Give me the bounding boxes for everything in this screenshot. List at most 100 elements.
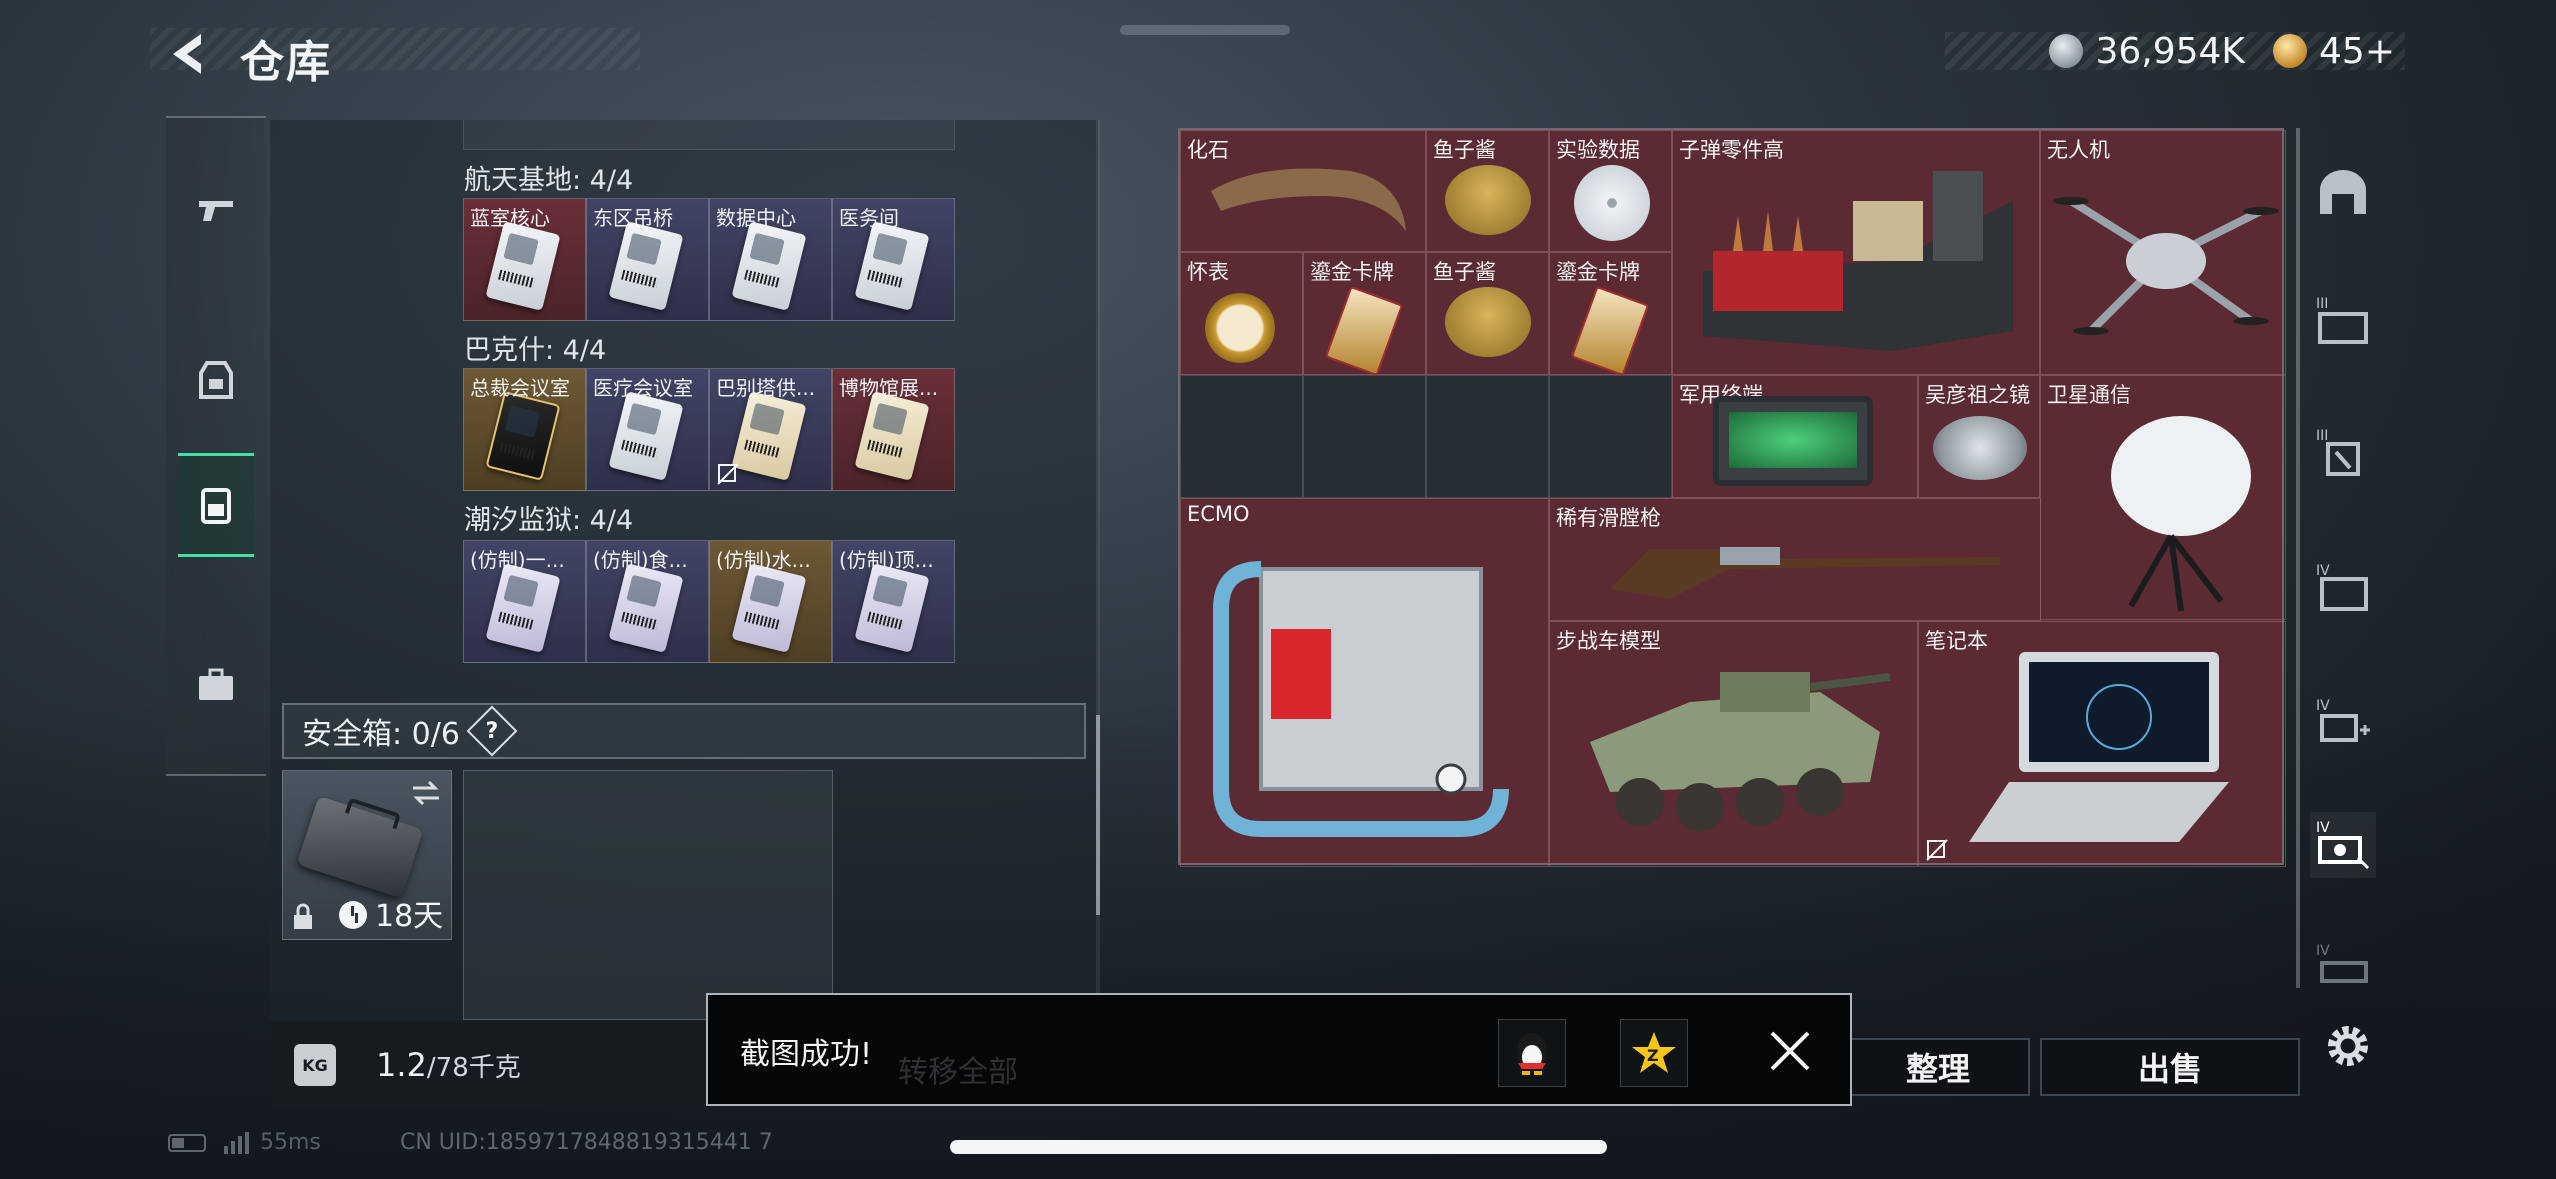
keycard-slot[interactable]: 数据中心 [709,198,832,321]
swap-icon[interactable] [409,779,443,807]
silver-coin-icon [2049,34,2084,68]
weight-readout: 1.2/78千克 [376,1046,521,1084]
svg-text:IV: IV [2316,698,2330,714]
tab-storage-iv-a[interactable]: IV [2310,555,2376,621]
keycard-slot[interactable]: 蓝室核心 [463,198,586,321]
gold-coin-icon [2273,34,2308,68]
ceiling-light [1120,25,1290,35]
nav-weapon-tab[interactable] [178,158,254,262]
safe-box-slot[interactable]: 18天 [282,770,452,940]
item-musket[interactable]: 稀有滑膛枪 [1549,498,2041,621]
vest-icon [199,361,233,399]
empty-slot[interactable] [1180,375,1303,498]
sell-button[interactable]: 出售 [2040,1038,2300,1096]
gear-icon[interactable] [2320,1018,2376,1074]
item-laptop[interactable]: 笔记本 [1918,621,2286,867]
item-drone[interactable]: 无人机 [2040,130,2286,375]
keycard-slot[interactable]: (仿制)食... [586,540,709,663]
item-mirror[interactable]: 吴彦祖之镜 [1918,375,2040,498]
fossil-claw-icon [1211,168,1406,231]
nav-backpack-tab[interactable] [178,453,254,557]
tab-storage-iii-b[interactable]: III [2310,420,2376,486]
keycard-slot[interactable]: 总裁会议室 [463,368,586,491]
status-bar: 55ms [168,1130,321,1155]
musket-icon [1610,547,2000,599]
keycard-image [854,563,930,653]
nav-briefcase-tab[interactable] [178,633,254,737]
screenshot-toast: 转移全部 截图成功! Z [706,993,1852,1106]
tab-storage-iv-b[interactable]: IV [2310,690,2376,756]
item-pocket-watch[interactable]: 怀表 [1180,252,1303,375]
category-nav [166,116,266,776]
item-military-terminal[interactable]: 军用终端 [1672,375,1918,498]
share-qq-button[interactable] [1498,1019,1566,1087]
laptop-icon [1969,652,2229,842]
gold-amount[interactable]: 45+ [2319,31,2395,72]
keycard-slot[interactable]: (仿制)顶... [832,540,955,663]
tab-storage-iii-a[interactable]: III [2310,288,2376,354]
tab-storage-iv-c[interactable]: IV [2310,812,2376,878]
partial-card-row [463,120,955,150]
pistol-icon [199,201,233,221]
briefcase-icon [199,668,233,700]
safe-case-image [296,795,424,899]
lock-icon [294,903,312,929]
mirror-icon [1933,416,2027,480]
item-ifv-model[interactable]: 步战车模型 [1549,621,1918,867]
backpack-icon [201,488,231,524]
battery-icon [168,1133,206,1152]
keycard-image [731,391,807,481]
satellite-dish-icon [2111,416,2251,612]
keycard-slot[interactable]: 医疗会议室 [586,368,709,491]
safe-box-grid[interactable] [463,770,833,1020]
player-uid: CN UID:1859717848819315441 7 [400,1130,773,1155]
close-icon[interactable] [1768,1029,1812,1073]
gold-card-icon [1324,285,1404,377]
item-lab-data[interactable]: 实验数据 [1549,130,1672,252]
medkit-icon: IV [2316,698,2370,742]
item-satellite[interactable]: 卫星通信 [2040,375,2286,620]
empty-slot[interactable] [1426,375,1549,498]
empty-slot[interactable] [1303,375,1426,498]
keycard-slot[interactable]: 巴别塔供... [709,368,832,491]
item-ecmo[interactable]: ECMO [1180,498,1549,867]
item-gold-card[interactable]: 鎏金卡牌 [1549,252,1672,377]
keycard-image [854,221,930,311]
ifv-model-icon [1590,672,1891,831]
clock-icon [339,901,367,929]
keycard-row: 蓝室核心 东区吊桥 数据中心 医务间 [463,198,955,321]
weapon-rack-icon: IV [2316,943,2368,983]
back-arrow-icon[interactable] [165,30,213,78]
keycard-slot[interactable]: 东区吊桥 [586,198,709,321]
watch-icon [1205,293,1275,363]
no-drop-icon [717,463,739,485]
gold-card-icon [1570,285,1650,377]
disc-icon [1574,165,1650,241]
section-title: 潮汐监狱: 4/4 [464,505,634,536]
item-ammo-parts[interactable]: 子弹零件高 [1672,130,2040,375]
sort-button[interactable]: 整理 [1846,1038,2030,1096]
keycard-slot[interactable]: 博物馆展... [832,368,955,491]
item-gold-card[interactable]: 鎏金卡牌 [1303,252,1426,377]
tab-storage-iv-d[interactable]: IV [2310,935,2376,1001]
share-qzone-button[interactable]: Z [1620,1019,1688,1087]
item-fossil[interactable]: 化石 [1180,130,1426,252]
keycard-slot[interactable]: (仿制)水... [709,540,832,663]
scrollbar-thumb[interactable] [1096,715,1100,915]
empty-slot[interactable] [1549,375,1672,498]
tab-home-base[interactable] [2310,160,2376,226]
page-title: 仓库 [240,37,332,88]
right-tab-rail [2296,128,2300,988]
item-caviar[interactable]: 鱼子酱 [1426,130,1549,252]
signal-icon [224,1131,249,1154]
keycard-slot[interactable]: 医务间 [832,198,955,321]
nav-armor-tab[interactable] [178,328,254,432]
keycard-image [485,391,561,481]
item-caviar[interactable]: 鱼子酱 [1426,252,1549,375]
home-indicator[interactable] [950,1140,1607,1154]
keycard-slot[interactable]: (仿制)一... [463,540,586,663]
section-title: 巴克什: 4/4 [464,335,607,366]
silver-amount: 36,954K [2095,30,2246,72]
svg-text:Z: Z [1647,1046,1659,1065]
help-icon[interactable]: ? [466,705,518,757]
